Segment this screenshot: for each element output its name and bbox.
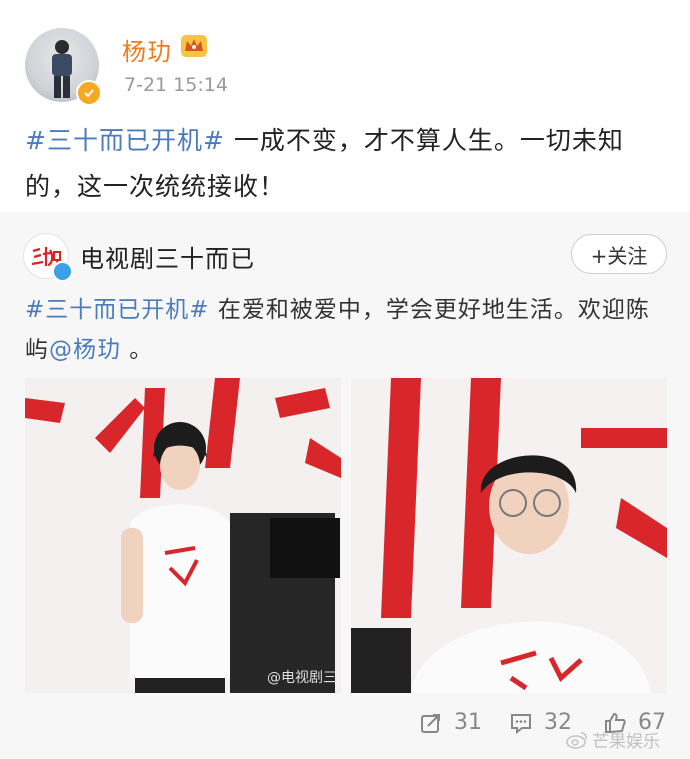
weibo-logo-icon (566, 731, 588, 749)
corner-watermark: 芒果娱乐 (566, 727, 660, 752)
photo-watermark: @电视剧三 (267, 670, 337, 686)
repost-card[interactable]: 电视剧三十而已 +关注 #三十而已开机# 在爱和被爱中，学会更好地生活。欢迎陈屿… (0, 212, 690, 759)
follow-button[interactable]: +关注 (571, 234, 667, 274)
corner-watermark-text: 芒果娱乐 (592, 732, 660, 752)
post-header: 杨玏 7-21 15:14 (0, 0, 690, 110)
repost-text: #三十而已开机# 在爱和被爱中，学会更好地生活。欢迎陈屿@杨玏 。 (25, 290, 665, 370)
repost-count: 31 (454, 710, 482, 735)
post-text: #三十而已开机# 一成不变，才不算人生。一切未知的，这一次统统接收！ (25, 118, 670, 210)
repost-icon (421, 713, 440, 733)
crown-icon (181, 35, 207, 57)
repost-photo-2[interactable] (351, 378, 667, 693)
repost-verified-badge-icon (52, 261, 73, 282)
username[interactable]: 杨玏 (122, 32, 172, 67)
repost-account-name[interactable]: 电视剧三十而已 (80, 239, 255, 274)
repost-hashtag-link[interactable]: #三十而已开机# (25, 297, 210, 323)
repost-text-part2: 。 (121, 337, 154, 363)
post-timestamp: 7-21 15:14 (124, 74, 228, 96)
post-hashtag-link[interactable]: #三十而已开机# (25, 126, 225, 155)
repost-button[interactable]: 31 (420, 710, 482, 735)
comment-button[interactable]: 32 (510, 710, 572, 735)
comment-icon (511, 713, 531, 734)
verified-badge-icon (76, 80, 102, 106)
repost-photo-1[interactable]: @电视剧三 (25, 378, 341, 693)
mention-link[interactable]: @杨玏 (49, 337, 121, 363)
